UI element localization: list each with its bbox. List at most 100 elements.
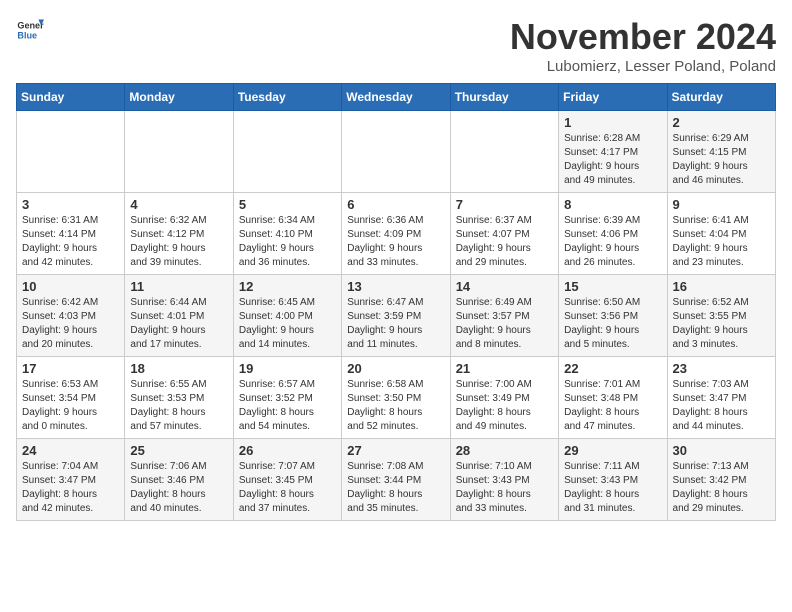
day-number: 25 (130, 443, 227, 458)
weekday-header-monday: Monday (125, 84, 233, 111)
calendar-cell: 4 Sunrise: 6:32 AM Sunset: 4:12 PM Daylig… (125, 193, 233, 275)
day-number: 14 (456, 279, 553, 294)
day-info: Sunrise: 6:39 AM Sunset: 4:06 PM Dayligh… (564, 214, 661, 270)
day-number: 21 (456, 361, 553, 376)
month-title: November 2024 (510, 16, 776, 58)
day-number: 23 (673, 361, 770, 376)
day-number: 22 (564, 361, 661, 376)
day-info: Sunrise: 6:32 AM Sunset: 4:12 PM Dayligh… (130, 214, 227, 270)
logo-icon: General Blue (16, 16, 44, 44)
day-number: 18 (130, 361, 227, 376)
calendar-cell (17, 111, 125, 193)
day-info: Sunrise: 6:53 AM Sunset: 3:54 PM Dayligh… (22, 378, 119, 434)
day-info: Sunrise: 7:04 AM Sunset: 3:47 PM Dayligh… (22, 460, 119, 516)
weekday-header-wednesday: Wednesday (342, 84, 450, 111)
day-info: Sunrise: 6:47 AM Sunset: 3:59 PM Dayligh… (347, 296, 444, 352)
week-row-2: 3 Sunrise: 6:31 AM Sunset: 4:14 PM Daylig… (17, 193, 776, 275)
logo: General Blue (16, 16, 44, 44)
day-info: Sunrise: 7:07 AM Sunset: 3:45 PM Dayligh… (239, 460, 336, 516)
weekday-header-sunday: Sunday (17, 84, 125, 111)
weekday-header-thursday: Thursday (450, 84, 558, 111)
day-number: 2 (673, 115, 770, 130)
calendar-cell: 10Sunrise: 6:42 AM Sunset: 4:03 PM Dayli… (17, 275, 125, 357)
calendar-cell: 16Sunrise: 6:52 AM Sunset: 3:55 PM Dayli… (667, 275, 775, 357)
day-number: 4 (130, 197, 227, 212)
day-number: 17 (22, 361, 119, 376)
day-number: 5 (239, 197, 336, 212)
week-row-3: 10Sunrise: 6:42 AM Sunset: 4:03 PM Dayli… (17, 275, 776, 357)
weekday-header-tuesday: Tuesday (233, 84, 341, 111)
calendar-cell: 30 Sunrise: 7:13 AM Sunset: 3:42 PM Dayli… (667, 439, 775, 521)
calendar-cell: 13 Sunrise: 6:47 AM Sunset: 3:59 PM Dayli… (342, 275, 450, 357)
week-row-5: 24 Sunrise: 7:04 AM Sunset: 3:47 PM Dayli… (17, 439, 776, 521)
day-number: 12 (239, 279, 336, 294)
day-info: Sunrise: 6:57 AM Sunset: 3:52 PM Dayligh… (239, 378, 336, 434)
calendar-cell: 1 Sunrise: 6:28 AM Sunset: 4:17 PM Daylig… (559, 111, 667, 193)
day-number: 6 (347, 197, 444, 212)
svg-text:Blue: Blue (17, 30, 37, 40)
day-info: Sunrise: 6:55 AM Sunset: 3:53 PM Dayligh… (130, 378, 227, 434)
day-info: Sunrise: 6:37 AM Sunset: 4:07 PM Dayligh… (456, 214, 553, 270)
calendar-cell: 17 Sunrise: 6:53 AM Sunset: 3:54 PM Dayli… (17, 357, 125, 439)
calendar-cell: 5 Sunrise: 6:34 AM Sunset: 4:10 PM Daylig… (233, 193, 341, 275)
day-info: Sunrise: 7:08 AM Sunset: 3:44 PM Dayligh… (347, 460, 444, 516)
calendar-cell: 21 Sunrise: 7:00 AM Sunset: 3:49 PM Dayli… (450, 357, 558, 439)
calendar-cell (342, 111, 450, 193)
day-number: 3 (22, 197, 119, 212)
day-info: Sunrise: 6:31 AM Sunset: 4:14 PM Dayligh… (22, 214, 119, 270)
calendar-cell: 19 Sunrise: 6:57 AM Sunset: 3:52 PM Dayli… (233, 357, 341, 439)
day-number: 8 (564, 197, 661, 212)
calendar-cell: 29 Sunrise: 7:11 AM Sunset: 3:43 PM Dayli… (559, 439, 667, 521)
day-info: Sunrise: 6:45 AM Sunset: 4:00 PM Dayligh… (239, 296, 336, 352)
calendar-cell: 8 Sunrise: 6:39 AM Sunset: 4:06 PM Daylig… (559, 193, 667, 275)
weekday-header-friday: Friday (559, 84, 667, 111)
day-info: Sunrise: 6:41 AM Sunset: 4:04 PM Dayligh… (673, 214, 770, 270)
calendar-cell: 3 Sunrise: 6:31 AM Sunset: 4:14 PM Daylig… (17, 193, 125, 275)
day-number: 29 (564, 443, 661, 458)
week-row-1: 1 Sunrise: 6:28 AM Sunset: 4:17 PM Daylig… (17, 111, 776, 193)
day-number: 9 (673, 197, 770, 212)
day-info: Sunrise: 6:28 AM Sunset: 4:17 PM Dayligh… (564, 132, 661, 188)
calendar-cell: 27 Sunrise: 7:08 AM Sunset: 3:44 PM Dayli… (342, 439, 450, 521)
day-number: 26 (239, 443, 336, 458)
day-info: Sunrise: 7:01 AM Sunset: 3:48 PM Dayligh… (564, 378, 661, 434)
calendar-cell (233, 111, 341, 193)
day-info: Sunrise: 7:11 AM Sunset: 3:43 PM Dayligh… (564, 460, 661, 516)
calendar-cell: 15 Sunrise: 6:50 AM Sunset: 3:56 PM Dayli… (559, 275, 667, 357)
calendar-table: SundayMondayTuesdayWednesdayThursdayFrid… (16, 83, 776, 521)
day-info: Sunrise: 6:34 AM Sunset: 4:10 PM Dayligh… (239, 214, 336, 270)
day-info: Sunrise: 6:44 AM Sunset: 4:01 PM Dayligh… (130, 296, 227, 352)
calendar-cell: 25Sunrise: 7:06 AM Sunset: 3:46 PM Dayli… (125, 439, 233, 521)
day-number: 10 (22, 279, 119, 294)
calendar-cell: 23 Sunrise: 7:03 AM Sunset: 3:47 PM Dayli… (667, 357, 775, 439)
day-info: Sunrise: 6:58 AM Sunset: 3:50 PM Dayligh… (347, 378, 444, 434)
day-number: 20 (347, 361, 444, 376)
day-number: 1 (564, 115, 661, 130)
calendar-cell: 26 Sunrise: 7:07 AM Sunset: 3:45 PM Dayli… (233, 439, 341, 521)
day-info: Sunrise: 6:29 AM Sunset: 4:15 PM Dayligh… (673, 132, 770, 188)
day-info: Sunrise: 6:49 AM Sunset: 3:57 PM Dayligh… (456, 296, 553, 352)
day-number: 30 (673, 443, 770, 458)
page-header: General Blue November 2024 Lubomierz, Le… (16, 16, 776, 75)
day-info: Sunrise: 6:50 AM Sunset: 3:56 PM Dayligh… (564, 296, 661, 352)
day-info: Sunrise: 7:10 AM Sunset: 3:43 PM Dayligh… (456, 460, 553, 516)
day-number: 19 (239, 361, 336, 376)
calendar-cell: 18 Sunrise: 6:55 AM Sunset: 3:53 PM Dayli… (125, 357, 233, 439)
day-number: 15 (564, 279, 661, 294)
calendar-cell: 28 Sunrise: 7:10 AM Sunset: 3:43 PM Dayli… (450, 439, 558, 521)
day-number: 7 (456, 197, 553, 212)
calendar-cell (125, 111, 233, 193)
calendar-cell: 7 Sunrise: 6:37 AM Sunset: 4:07 PM Daylig… (450, 193, 558, 275)
day-number: 24 (22, 443, 119, 458)
calendar-cell: 12 Sunrise: 6:45 AM Sunset: 4:00 PM Dayli… (233, 275, 341, 357)
day-info: Sunrise: 7:03 AM Sunset: 3:47 PM Dayligh… (673, 378, 770, 434)
calendar-cell: 20 Sunrise: 6:58 AM Sunset: 3:50 PM Dayli… (342, 357, 450, 439)
weekday-header-row: SundayMondayTuesdayWednesdayThursdayFrid… (17, 84, 776, 111)
day-number: 13 (347, 279, 444, 294)
day-number: 28 (456, 443, 553, 458)
day-info: Sunrise: 6:36 AM Sunset: 4:09 PM Dayligh… (347, 214, 444, 270)
day-info: Sunrise: 7:13 AM Sunset: 3:42 PM Dayligh… (673, 460, 770, 516)
day-number: 27 (347, 443, 444, 458)
day-info: Sunrise: 7:00 AM Sunset: 3:49 PM Dayligh… (456, 378, 553, 434)
calendar-cell (450, 111, 558, 193)
